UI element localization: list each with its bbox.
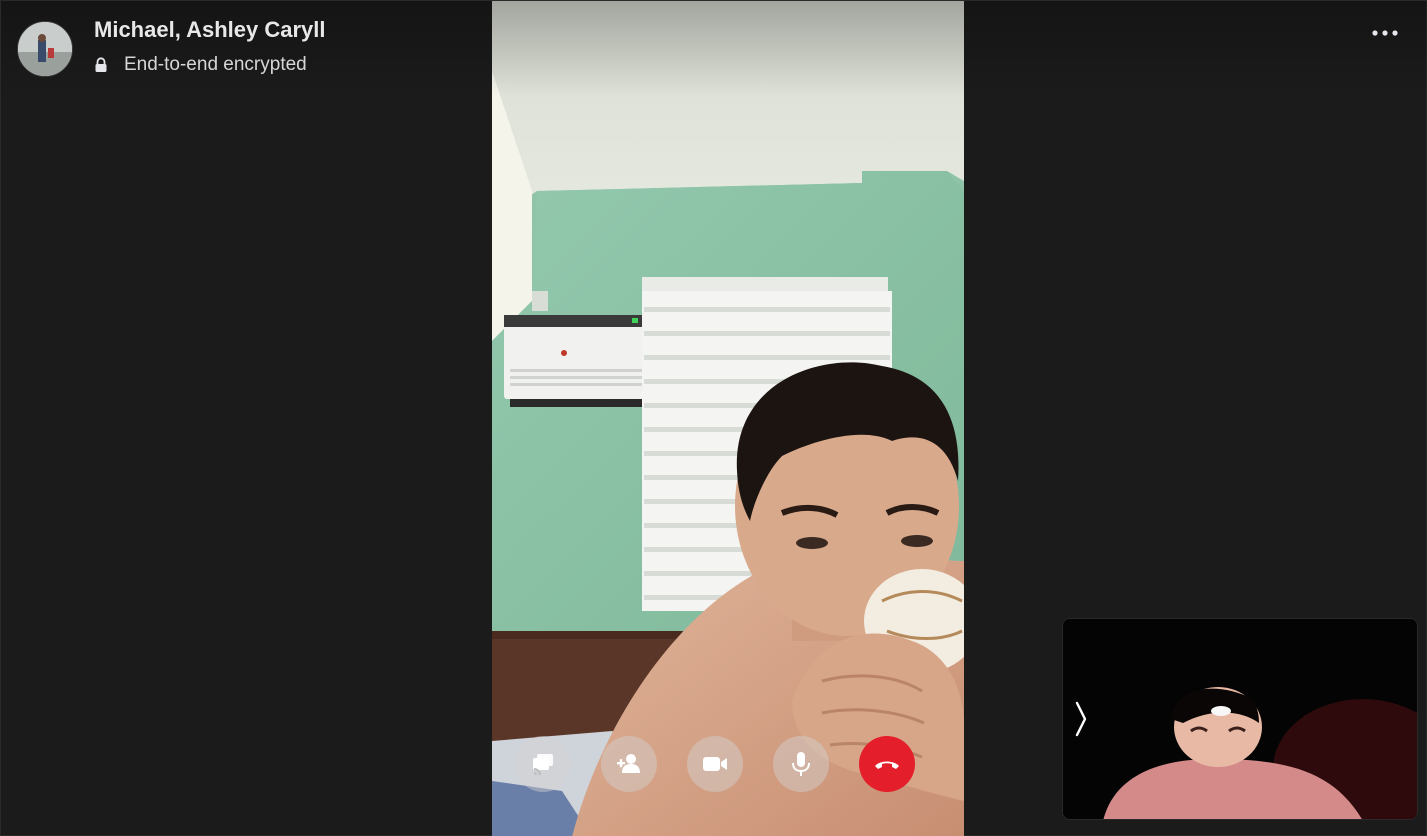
- video-camera-icon: [703, 757, 727, 771]
- microphone-icon: [792, 752, 810, 776]
- phone-hangup-icon: [875, 761, 899, 769]
- chevron-right-icon: [1075, 701, 1087, 737]
- lock-icon: [94, 57, 108, 73]
- avatar[interactable]: [17, 21, 73, 77]
- conversation-title: Michael, Ashley Caryll: [94, 17, 326, 42]
- share-screen-button[interactable]: [515, 736, 571, 792]
- video-toggle-button[interactable]: [687, 736, 743, 792]
- encryption-label: End-to-end encrypted: [124, 54, 307, 75]
- end-call-button[interactable]: [859, 736, 915, 792]
- call-header: Michael, Ashley Caryll End-to-end encryp…: [1, 1, 1427, 97]
- add-person-icon: [617, 754, 640, 773]
- more-icon: [1372, 30, 1398, 36]
- more-options-button[interactable]: [1363, 17, 1407, 49]
- mute-button[interactable]: [773, 736, 829, 792]
- remote-video: [492, 1, 964, 836]
- remote-video-frame: [492, 1, 964, 836]
- collapse-preview-button[interactable]: [1069, 699, 1093, 739]
- encryption-status: End-to-end encrypted: [94, 53, 307, 77]
- video-call-window: Michael, Ashley Caryll End-to-end encryp…: [0, 0, 1427, 836]
- call-controls: [492, 736, 964, 794]
- self-video-frame: [1063, 619, 1417, 819]
- self-video-preview[interactable]: [1062, 618, 1418, 820]
- screen-share-icon: [533, 754, 553, 776]
- add-person-button[interactable]: [601, 736, 657, 792]
